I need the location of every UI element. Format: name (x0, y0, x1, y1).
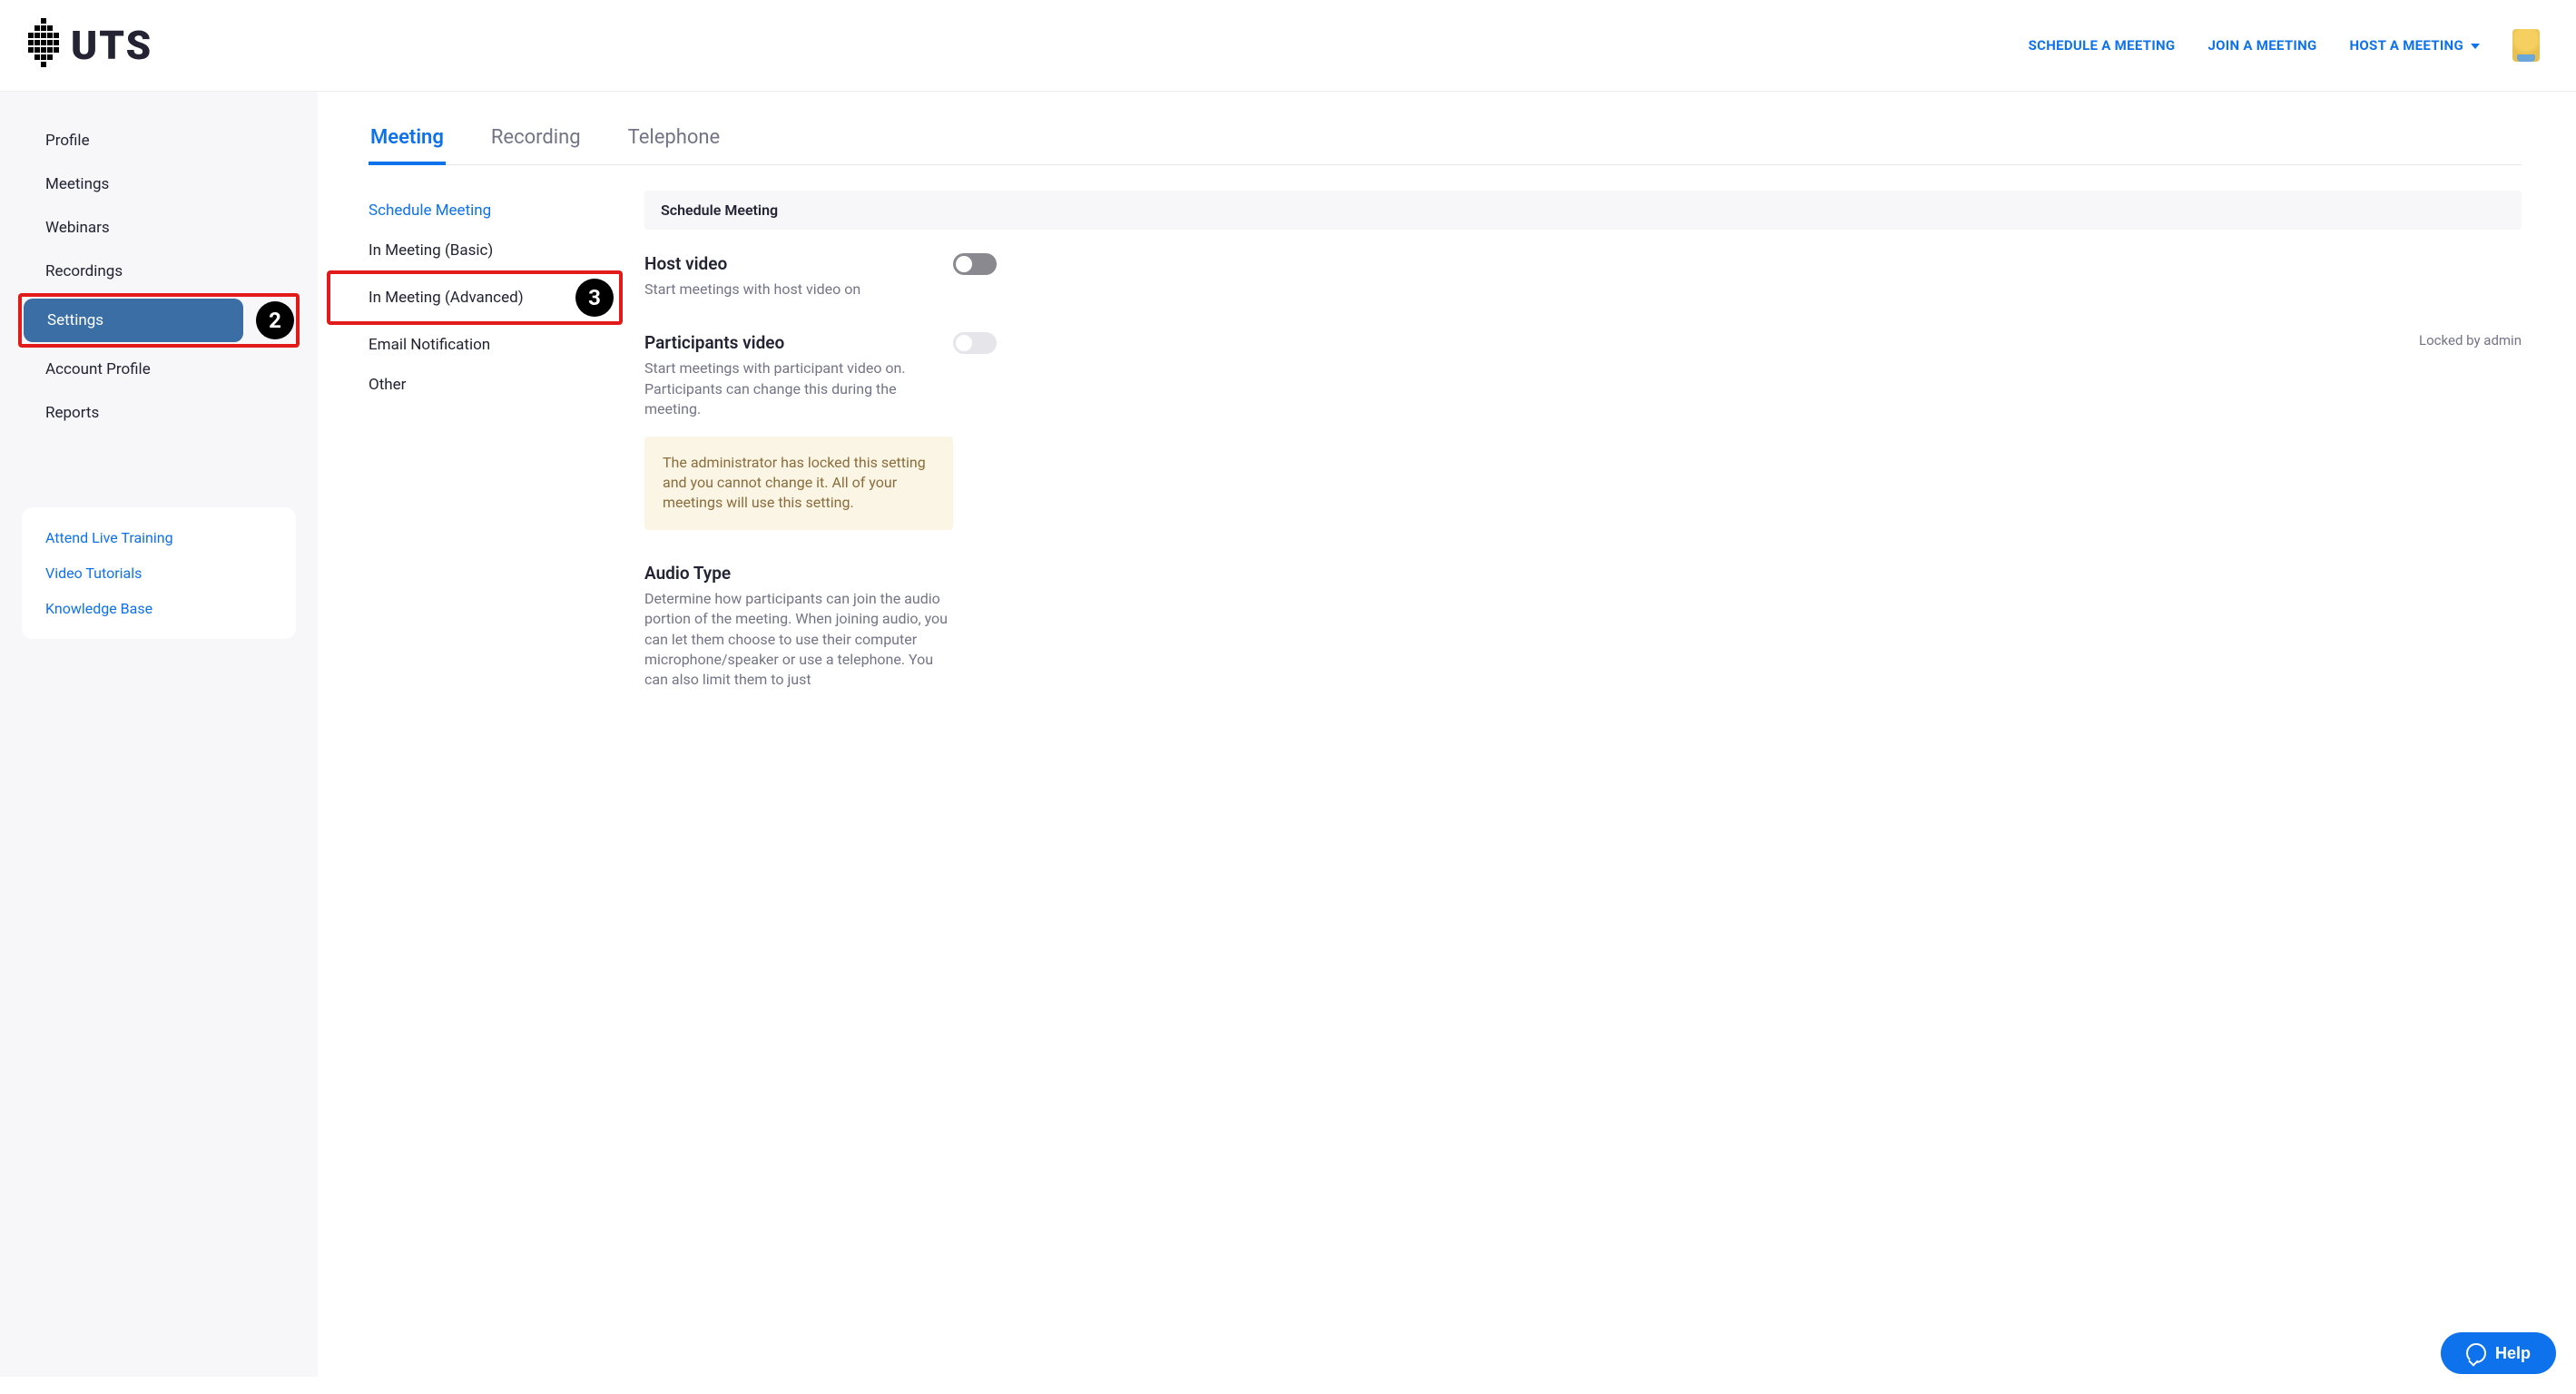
nav-schedule-meeting[interactable]: SCHEDULE A MEETING (2029, 37, 2176, 54)
setting-host-video: Host video Start meetings with host vide… (644, 253, 2522, 299)
logo-text: UTS (71, 22, 152, 69)
setting-description: Start meetings with participant video on… (644, 358, 953, 419)
help-button[interactable]: Help (2441, 1332, 2556, 1374)
user-avatar[interactable] (2512, 29, 2540, 62)
sidebar-item-account-profile[interactable]: Account Profile (22, 348, 296, 391)
setting-description: Determine how participants can join the … (644, 589, 953, 691)
help-button-label: Help (2495, 1344, 2531, 1363)
sidebar-item-settings[interactable]: Settings (24, 299, 243, 342)
nav-host-meeting[interactable]: HOST A MEETING (2350, 37, 2480, 54)
settings-area: Schedule Meeting Host video Start meetin… (644, 191, 2522, 723)
tab-recording[interactable]: Recording (489, 113, 583, 165)
help-link-kb[interactable]: Knowledge Base (29, 591, 289, 626)
toggle-participants-video (953, 332, 997, 354)
brand-logo[interactable]: UTS (25, 18, 152, 73)
nav-join-meeting[interactable]: JOIN A MEETING (2207, 37, 2316, 54)
setting-participants-video: Participants video Start meetings with p… (644, 332, 2522, 529)
subnav-other[interactable]: Other (369, 365, 623, 405)
help-card: Attend Live Training Video Tutorials Kno… (22, 507, 296, 639)
sidebar-item-profile[interactable]: Profile (22, 119, 296, 162)
setting-title: Host video (644, 253, 953, 274)
subnav-in-meeting-advanced[interactable]: In Meeting (Advanced) (369, 278, 548, 318)
help-link-training[interactable]: Attend Live Training (29, 520, 289, 555)
annotation-step-3-highlight: In Meeting (Advanced) 3 (327, 270, 623, 325)
section-header-schedule-meeting: Schedule Meeting (644, 191, 2522, 230)
sidebar-item-reports[interactable]: Reports (22, 391, 296, 435)
subnav-in-meeting-basic[interactable]: In Meeting (Basic) (369, 231, 623, 270)
subnav-email-notification[interactable]: Email Notification (369, 325, 623, 365)
settings-tabs: Meeting Recording Telephone (369, 113, 2522, 165)
settings-content: Schedule Meeting In Meeting (Basic) In M… (369, 191, 2522, 723)
annotation-step-3-badge: 3 (575, 279, 614, 317)
chevron-down-icon (2471, 44, 2480, 49)
main-content: Meeting Recording Telephone Schedule Mee… (318, 92, 2576, 1377)
sidebar-item-meetings[interactable]: Meetings (22, 162, 296, 206)
annotation-step-2-badge: 2 (256, 301, 294, 339)
toggle-host-video[interactable] (953, 253, 997, 275)
locked-note: The administrator has locked this settin… (644, 437, 953, 530)
annotation-step-2-highlight: Settings 2 (18, 293, 300, 348)
sidebar: Profile Meetings Webinars Recordings Set… (0, 92, 318, 1377)
sidebar-item-recordings[interactable]: Recordings (22, 250, 296, 293)
chat-icon (2466, 1343, 2486, 1363)
uts-logo-icon (25, 18, 62, 73)
subnav-schedule-meeting[interactable]: Schedule Meeting (369, 191, 623, 231)
sidebar-item-webinars[interactable]: Webinars (22, 206, 296, 250)
tab-meeting[interactable]: Meeting (369, 113, 446, 165)
settings-subnav: Schedule Meeting In Meeting (Basic) In M… (369, 191, 623, 723)
help-link-tutorials[interactable]: Video Tutorials (29, 555, 289, 591)
main-layout: Profile Meetings Webinars Recordings Set… (0, 92, 2576, 1377)
locked-by-admin-label: Locked by admin (2419, 332, 2522, 348)
app-header: UTS SCHEDULE A MEETING JOIN A MEETING HO… (0, 0, 2576, 92)
setting-description: Start meetings with host video on (644, 280, 953, 299)
setting-title: Audio Type (644, 563, 953, 584)
tab-telephone[interactable]: Telephone (626, 113, 723, 165)
setting-audio-type: Audio Type Determine how participants ca… (644, 563, 2522, 691)
setting-title: Participants video (644, 332, 953, 353)
header-nav: SCHEDULE A MEETING JOIN A MEETING HOST A… (2029, 29, 2540, 62)
